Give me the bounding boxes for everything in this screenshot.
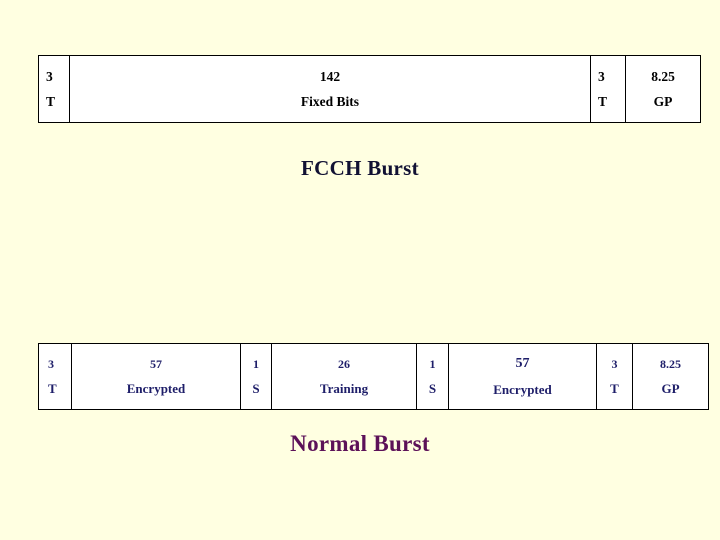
normal-label-tail-right: T [610,381,619,396]
fcch-bits-fixed: 142 [319,69,341,84]
normal-burst-table: 3 T 57 Encrypted 1 S 26 Training 1 S 57 … [38,343,709,410]
normal-cell-tail-right: 3 T [596,343,633,410]
fcch-label-fixed: Fixed Bits [300,93,360,109]
normal-cell-tail-left: 3 T [38,343,72,410]
normal-label-stealing-left: S [252,381,260,396]
normal-bits-encrypted-right: 57 [515,356,530,371]
normal-cell-stealing-left: 1 S [240,343,272,410]
normal-bits-tail-right: 3 [611,357,618,371]
normal-cell-encrypted-left: 57 Encrypted [71,343,241,410]
fcch-burst-caption: FCCH Burst [301,156,419,180]
normal-cell-stealing-right: 1 S [416,343,449,410]
normal-bits-tail-left: 3 [48,357,54,371]
normal-bits-training: 26 [338,357,350,371]
normal-bits-guard: 8.25 [660,357,681,371]
fcch-cell-tail-right: 3 T [590,55,626,123]
fcch-label-tail-left: T [46,93,56,109]
fcch-label-tail-right: T [598,93,608,109]
normal-cell-training: 26 Training [271,343,417,410]
normal-label-tail-left: T [48,381,57,396]
normal-bits-encrypted-left: 57 [150,357,162,371]
fcch-cell-tail-left: 3 T [38,55,70,123]
fcch-bits-tail-left: 3 [46,69,53,84]
normal-label-training: Training [319,381,369,396]
fcch-burst-table: 3 T 142 Fixed Bits 3 T 8.25 GP [38,55,701,123]
fcch-label-guard: GP [653,93,673,109]
fcch-cell-fixed-bits: 142 Fixed Bits [69,55,591,123]
table-row: 3 T 57 Encrypted 1 S 26 Training 1 S 57 … [38,343,709,410]
normal-bits-stealing-right: 1 [429,357,436,371]
normal-label-encrypted-left: Encrypted [126,381,186,396]
normal-label-encrypted-right: Encrypted [493,382,552,397]
fcch-bits-guard: 8.25 [651,69,675,84]
normal-label-guard: GP [661,381,680,396]
normal-cell-guard-period: 8.25 GP [632,343,709,410]
normal-label-stealing-right: S [428,381,437,396]
fcch-cell-guard-period: 8.25 GP [625,55,701,123]
fcch-bits-tail-right: 3 [598,69,605,84]
normal-burst-caption: Normal Burst [290,431,430,456]
table-row: 3 T 142 Fixed Bits 3 T 8.25 GP [38,55,701,123]
normal-cell-encrypted-right: 57 Encrypted [448,343,597,410]
normal-bits-stealing-left: 1 [253,357,259,371]
slide-canvas: 3 T 142 Fixed Bits 3 T 8.25 GP FCCH Burs… [0,0,720,540]
